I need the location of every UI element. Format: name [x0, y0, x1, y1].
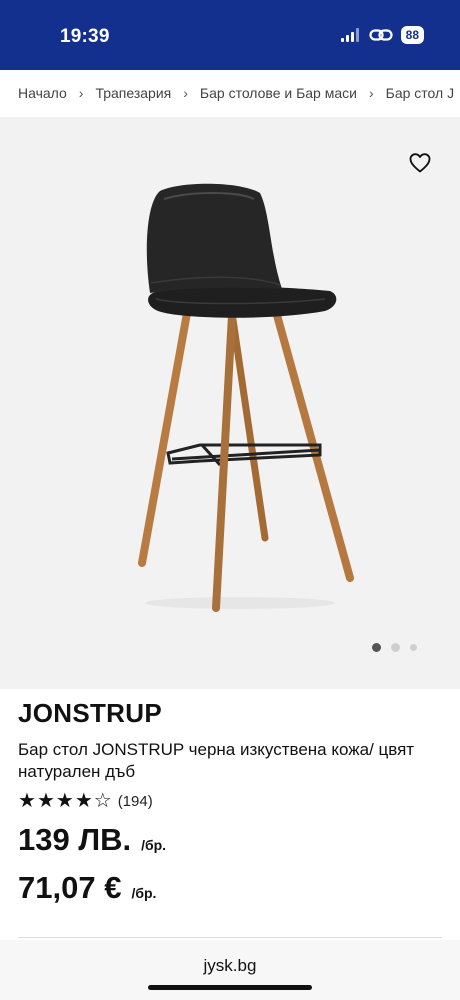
breadcrumb-item-bar-furniture[interactable]: Бар столове и Бар маси: [200, 85, 357, 101]
product-description: Бар стол JONSTRUP черна изкуствена кожа/…: [18, 740, 415, 781]
divider: [18, 937, 442, 938]
url-text[interactable]: jysk.bg: [0, 956, 460, 976]
status-time: 19:39: [60, 26, 110, 47]
star-filled-icon: ★: [55, 790, 74, 812]
carousel-dots: [372, 643, 417, 652]
star-empty-icon: ☆: [93, 790, 112, 812]
home-indicator[interactable]: [148, 985, 312, 990]
review-count[interactable]: (194): [118, 793, 153, 810]
price-bgn-unit: /бр.: [141, 837, 167, 853]
product-image-carousel[interactable]: [0, 117, 460, 689]
product-info: JONSTRUP Бар стол JONSTRUP черна изкуств…: [18, 698, 442, 811]
breadcrumb: Начало › Трапезария › Бар столове и Бар …: [0, 70, 460, 116]
breadcrumb-item-current[interactable]: Бар стол J: [386, 85, 454, 101]
carousel-dot[interactable]: [410, 644, 417, 651]
status-bar: 19:39 88: [0, 0, 460, 70]
price-eur: 71,07 € /бр.: [18, 870, 156, 906]
signal-icon: [340, 28, 359, 42]
browser-url-bar[interactable]: jysk.bg: [0, 940, 460, 1000]
price-bgn: 139 ЛВ. /бр.: [18, 822, 166, 858]
status-icons: 88: [340, 26, 424, 44]
carousel-dot[interactable]: [372, 643, 381, 652]
link-icon: [369, 29, 393, 41]
breadcrumb-item-home[interactable]: Начало: [18, 85, 67, 101]
breadcrumb-item-dining[interactable]: Трапезария: [95, 85, 171, 101]
chevron-right-icon: ›: [78, 85, 84, 101]
price-bgn-value: 139 ЛВ.: [18, 822, 132, 857]
chevron-right-icon: ›: [368, 85, 374, 101]
carousel-dot[interactable]: [391, 643, 400, 652]
battery-icon: 88: [400, 26, 424, 44]
star-filled-icon: ★: [36, 790, 55, 812]
chevron-right-icon: ›: [183, 85, 188, 101]
product-name: JONSTRUP: [18, 698, 162, 728]
star-filled-icon: ★: [18, 790, 36, 812]
price-eur-unit: /бр.: [131, 885, 157, 901]
star-filled-icon: ★: [74, 790, 93, 812]
price-eur-value: 71,07 €: [18, 870, 122, 905]
product-rating[interactable]: ★ ★ ★ ★ ☆ (194): [18, 791, 442, 811]
heart-icon[interactable]: [408, 151, 432, 175]
rating-stars: ★ ★ ★ ★ ☆: [18, 791, 112, 811]
bar-stool-photo: [138, 183, 354, 612]
